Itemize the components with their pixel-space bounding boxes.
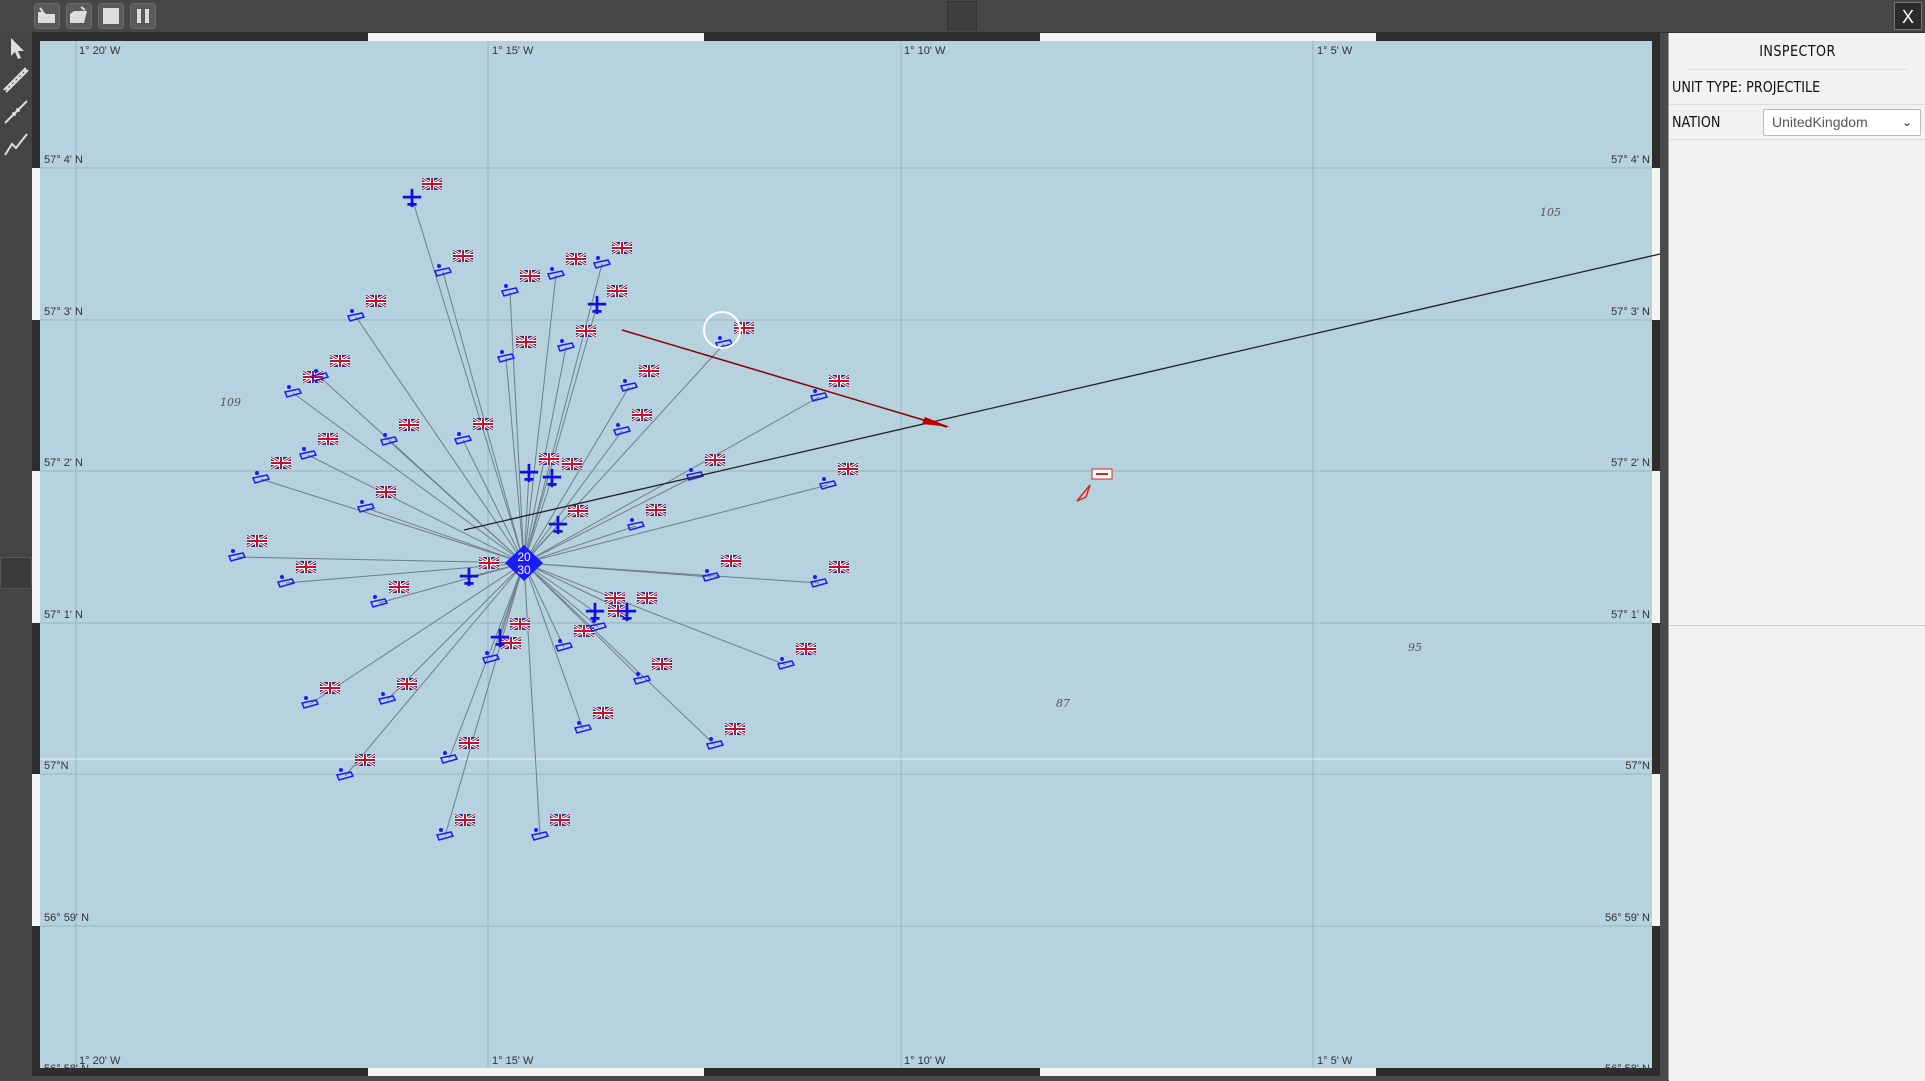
lon-label-top: 1° 10' W <box>904 45 946 57</box>
inspector-lower-area <box>1669 625 1925 1081</box>
close-button[interactable]: X <box>1894 2 1922 30</box>
tool-slot <box>0 557 32 589</box>
uk-flag-icon[interactable] <box>838 463 858 475</box>
group-count-1: 20 <box>517 550 531 564</box>
uk-flag-icon[interactable] <box>576 325 596 337</box>
uk-flag-icon[interactable] <box>829 375 849 387</box>
uk-flag-icon[interactable] <box>271 457 291 469</box>
uk-flag-icon[interactable] <box>721 555 741 567</box>
uk-flag-icon[interactable] <box>539 453 559 465</box>
lat-label-right: 57° 3' N <box>1611 306 1650 318</box>
lat-label-right: 56° 59' N <box>1605 912 1650 924</box>
unit-type-row: UNIT TYPE: PROJECTILE <box>1669 70 1925 105</box>
depth-sounding: 87 <box>1056 697 1070 710</box>
inspector-panel: INSPECTOR UNIT TYPE: PROJECTILE NATION U… <box>1668 33 1925 1081</box>
uk-flag-icon[interactable] <box>516 336 536 348</box>
uk-flag-icon[interactable] <box>646 504 666 516</box>
nation-select[interactable]: UnitedKingdom ⌄ <box>1763 109 1921 136</box>
uk-flag-icon[interactable] <box>652 658 672 670</box>
lat-label-left: 56° 59' N <box>44 912 89 924</box>
group-count-2: 30 <box>517 563 531 577</box>
uk-flag-icon[interactable] <box>247 535 267 547</box>
uk-flag-icon[interactable] <box>612 242 632 254</box>
uk-flag-icon[interactable] <box>632 409 652 421</box>
lon-label-top: 1° 5' W <box>1317 45 1353 57</box>
zigzag-path-icon[interactable] <box>2 130 30 158</box>
lat-label-right: 57° 2' N <box>1611 457 1650 469</box>
uk-flag-icon[interactable] <box>376 486 396 498</box>
uk-flag-icon[interactable] <box>562 458 582 470</box>
lon-label-bottom: 1° 15' W <box>492 1055 534 1067</box>
uk-flag-icon[interactable] <box>473 418 493 430</box>
uk-flag-icon[interactable] <box>607 285 627 297</box>
lon-label-bottom: 1° 10' W <box>904 1055 946 1067</box>
uk-flag-icon[interactable] <box>455 814 475 826</box>
depth-sounding: 105 <box>1540 206 1561 219</box>
chevron-down-icon: ⌄ <box>1901 115 1912 129</box>
uk-flag-icon[interactable] <box>593 707 613 719</box>
lon-label-bottom: 1° 5' W <box>1317 1055 1353 1067</box>
uk-flag-icon[interactable] <box>501 637 521 649</box>
depth-sounding: 109 <box>220 396 241 409</box>
lat-label-right: 56° 58' N <box>1605 1063 1650 1075</box>
save-folder-icon[interactable] <box>66 3 92 29</box>
lat-label-left: 57°N <box>44 760 69 772</box>
lat-label-left: 57° 2' N <box>44 457 83 469</box>
uk-flag-icon[interactable] <box>566 253 586 265</box>
uk-flag-icon[interactable] <box>605 592 625 604</box>
uk-flag-icon[interactable] <box>355 754 375 766</box>
lat-label-right: 57° 4' N <box>1611 154 1650 166</box>
uk-flag-icon[interactable] <box>296 561 316 573</box>
lat-label-left: 57° 4' N <box>44 154 83 166</box>
toolbar-slot <box>947 1 977 30</box>
nautical-map[interactable]: 1° 20' W 1° 15' W 1° 10' W 1° 5' W 1° 20… <box>32 33 1668 1076</box>
unit-type-label: UNIT TYPE: PROJECTILE <box>1672 78 1821 96</box>
uk-flag-icon[interactable] <box>550 814 570 826</box>
uk-flag-icon[interactable] <box>568 505 588 517</box>
uk-flag-icon[interactable] <box>399 419 419 431</box>
uk-flag-icon[interactable] <box>725 723 745 735</box>
uk-flag-icon[interactable] <box>366 295 386 307</box>
inspector-title: INSPECTOR <box>1688 33 1907 70</box>
uk-flag-icon[interactable] <box>320 682 340 694</box>
uk-flag-icon[interactable] <box>479 557 499 569</box>
pause-icon[interactable] <box>130 3 156 29</box>
nation-value: UnitedKingdom <box>1772 114 1868 130</box>
lon-label-top: 1° 20' W <box>79 45 121 57</box>
uk-flag-icon[interactable] <box>318 433 338 445</box>
uk-flag-icon[interactable] <box>389 581 409 593</box>
top-toolbar: X <box>0 0 1925 33</box>
lat-label-right: 57°N <box>1625 760 1650 772</box>
uk-flag-icon[interactable] <box>453 250 473 262</box>
uk-flag-icon[interactable] <box>330 355 350 367</box>
uk-flag-icon[interactable] <box>639 365 659 377</box>
ruler-tool-icon[interactable] <box>2 66 30 94</box>
lat-label-left: 57° 3' N <box>44 306 83 318</box>
uk-flag-icon[interactable] <box>397 678 417 690</box>
open-folder-icon[interactable] <box>34 3 60 29</box>
uk-flag-icon[interactable] <box>734 322 754 334</box>
nation-row: NATION UnitedKingdom ⌄ <box>1669 105 1925 140</box>
lat-label-right: 57° 1' N <box>1611 609 1650 621</box>
uk-flag-icon[interactable] <box>829 561 849 573</box>
uk-flag-icon[interactable] <box>705 454 725 466</box>
lat-label-left: 56° 58' N <box>44 1063 89 1075</box>
uk-flag-icon[interactable] <box>422 178 442 190</box>
uk-flag-icon[interactable] <box>459 737 479 749</box>
stop-icon[interactable] <box>98 3 124 29</box>
pointer-icon[interactable] <box>2 34 30 62</box>
uk-flag-icon[interactable] <box>510 618 530 630</box>
lat-label-left: 57° 1' N <box>44 609 83 621</box>
uk-flag-icon[interactable] <box>637 592 657 604</box>
sea-area <box>32 33 1660 1076</box>
uk-flag-icon[interactable] <box>796 643 816 655</box>
nation-label: NATION <box>1672 113 1721 131</box>
uk-flag-icon[interactable] <box>520 270 540 282</box>
path-tool-icon[interactable] <box>2 98 30 126</box>
lon-label-top: 1° 15' W <box>492 45 534 57</box>
depth-sounding: 95 <box>1408 641 1422 654</box>
left-tool-rail <box>0 32 32 1080</box>
